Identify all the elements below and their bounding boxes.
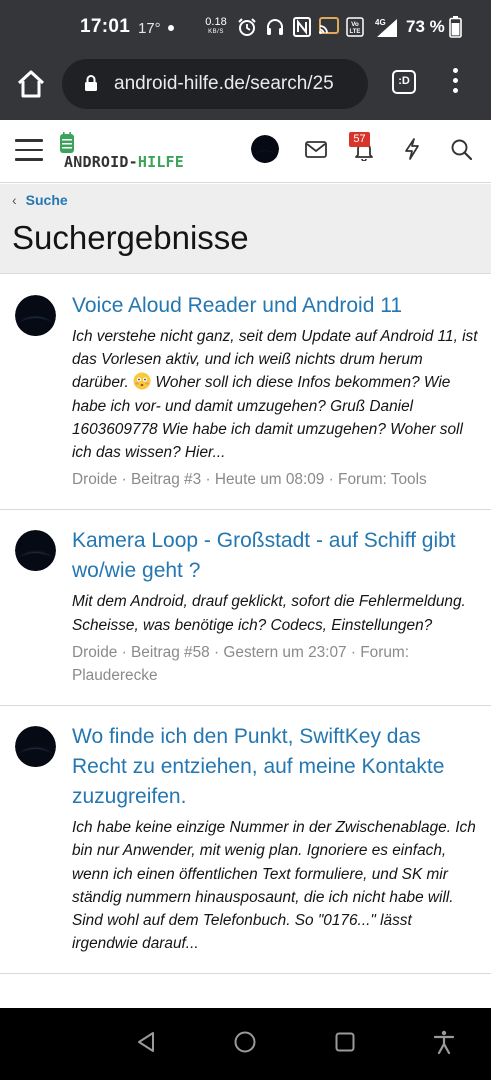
author-avatar[interactable] [15,295,56,336]
search-result: Kamera Loop - Großstadt - auf Schiff gib… [0,510,491,707]
4g-signal-icon: 4G [375,18,397,37]
logo-text: ANDROID-HILFE [64,153,184,171]
recents-icon[interactable] [334,1030,356,1054]
network-speed-unit: KB/S [208,29,224,35]
breadcrumb-label[interactable]: Suche [26,192,68,208]
headphones-icon [267,19,283,35]
alarm-icon [238,18,256,36]
author-avatar[interactable] [15,530,56,572]
logo-text-part1: ANDROID- [64,153,138,171]
system-navigation-bar [0,1008,491,1080]
result-snippet: Mit dem Android, drauf geklickt, sofort … [72,593,466,634]
status-bar: 17:01 17° 0.18 KB/S Vo LTE 4G 73 % [0,0,491,54]
tab-switcher-button[interactable]: :D [392,70,416,94]
search-result: Wo finde ich den Punkt, SwiftKey das Rec… [0,706,491,975]
result-title-link[interactable]: Kamera Loop - Großstadt - auf Schiff gib… [72,526,479,586]
chevron-left-icon: ‹ [12,192,17,208]
network-speed: 0.18 KB/S [203,16,229,36]
result-snippet-text-continued: Woher soll ich diese Infos bekommen? Wie… [72,374,463,462]
back-icon[interactable] [135,1030,157,1054]
lightning-icon[interactable] [404,138,420,160]
search-icon[interactable] [451,139,472,160]
android-robot-logo-icon [60,132,74,153]
site-logo[interactable]: ANDROID-HILFE [58,132,198,172]
browser-toolbar: android-hilfe.de/search/25 :D [0,54,491,120]
svg-text:Vo: Vo [351,21,359,28]
svg-text:LTE: LTE [350,29,361,35]
page-header: ‹ Suche Suchergebnisse [0,184,491,274]
page-title: Suchergebnisse [12,219,249,256]
result-snippet: Ich verstehe nicht ganz, seit dem Update… [72,325,479,464]
address-bar[interactable]: android-hilfe.de/search/25 [62,59,368,109]
author-avatar[interactable] [15,726,56,768]
svg-text:4G: 4G [375,18,386,27]
battery-icon [449,16,462,38]
accessibility-icon[interactable] [433,1030,455,1054]
nfc-icon [293,17,311,37]
result-title-link[interactable]: Voice Aloud Reader und Android 11 [72,291,479,321]
home-icon[interactable] [14,67,48,101]
cast-icon [319,17,339,34]
browser-menu-icon[interactable] [450,68,460,98]
home-circle-icon[interactable] [233,1030,257,1054]
logo-text-part2: HILFE [137,153,185,171]
breadcrumb[interactable]: ‹ Suche [12,192,68,208]
search-results-list: Voice Aloud Reader und Android 11 Ich ve… [0,275,491,975]
battery-percent: 73 % [406,17,445,36]
result-title-link[interactable]: Wo finde ich den Punkt, SwiftKey das Rec… [72,722,479,812]
lock-icon[interactable] [84,74,98,92]
result-snippet: Ich habe keine einzige Nummer in der Zwi… [72,819,476,953]
flushed-face-emoji-icon [133,372,151,390]
url-text[interactable]: android-hilfe.de/search/25 [114,73,334,95]
result-meta: Droide · Beitrag #58 · Gestern um 23:07 … [72,643,410,685]
notification-count-badge[interactable]: 57 [349,132,370,147]
status-temperature: 17° [138,20,161,37]
result-meta: Droide · Beitrag #3 · Heute um 08:09 · F… [72,471,427,489]
search-result: Voice Aloud Reader und Android 11 Ich ve… [0,275,491,511]
volte-icon: Vo LTE [346,17,364,37]
mail-icon[interactable] [305,141,327,158]
status-time: 17:01 [80,16,131,37]
network-speed-value: 0.18 [205,16,227,28]
notification-dot-icon [168,25,174,31]
hamburger-menu-icon[interactable] [15,139,43,161]
user-avatar[interactable] [251,135,279,163]
